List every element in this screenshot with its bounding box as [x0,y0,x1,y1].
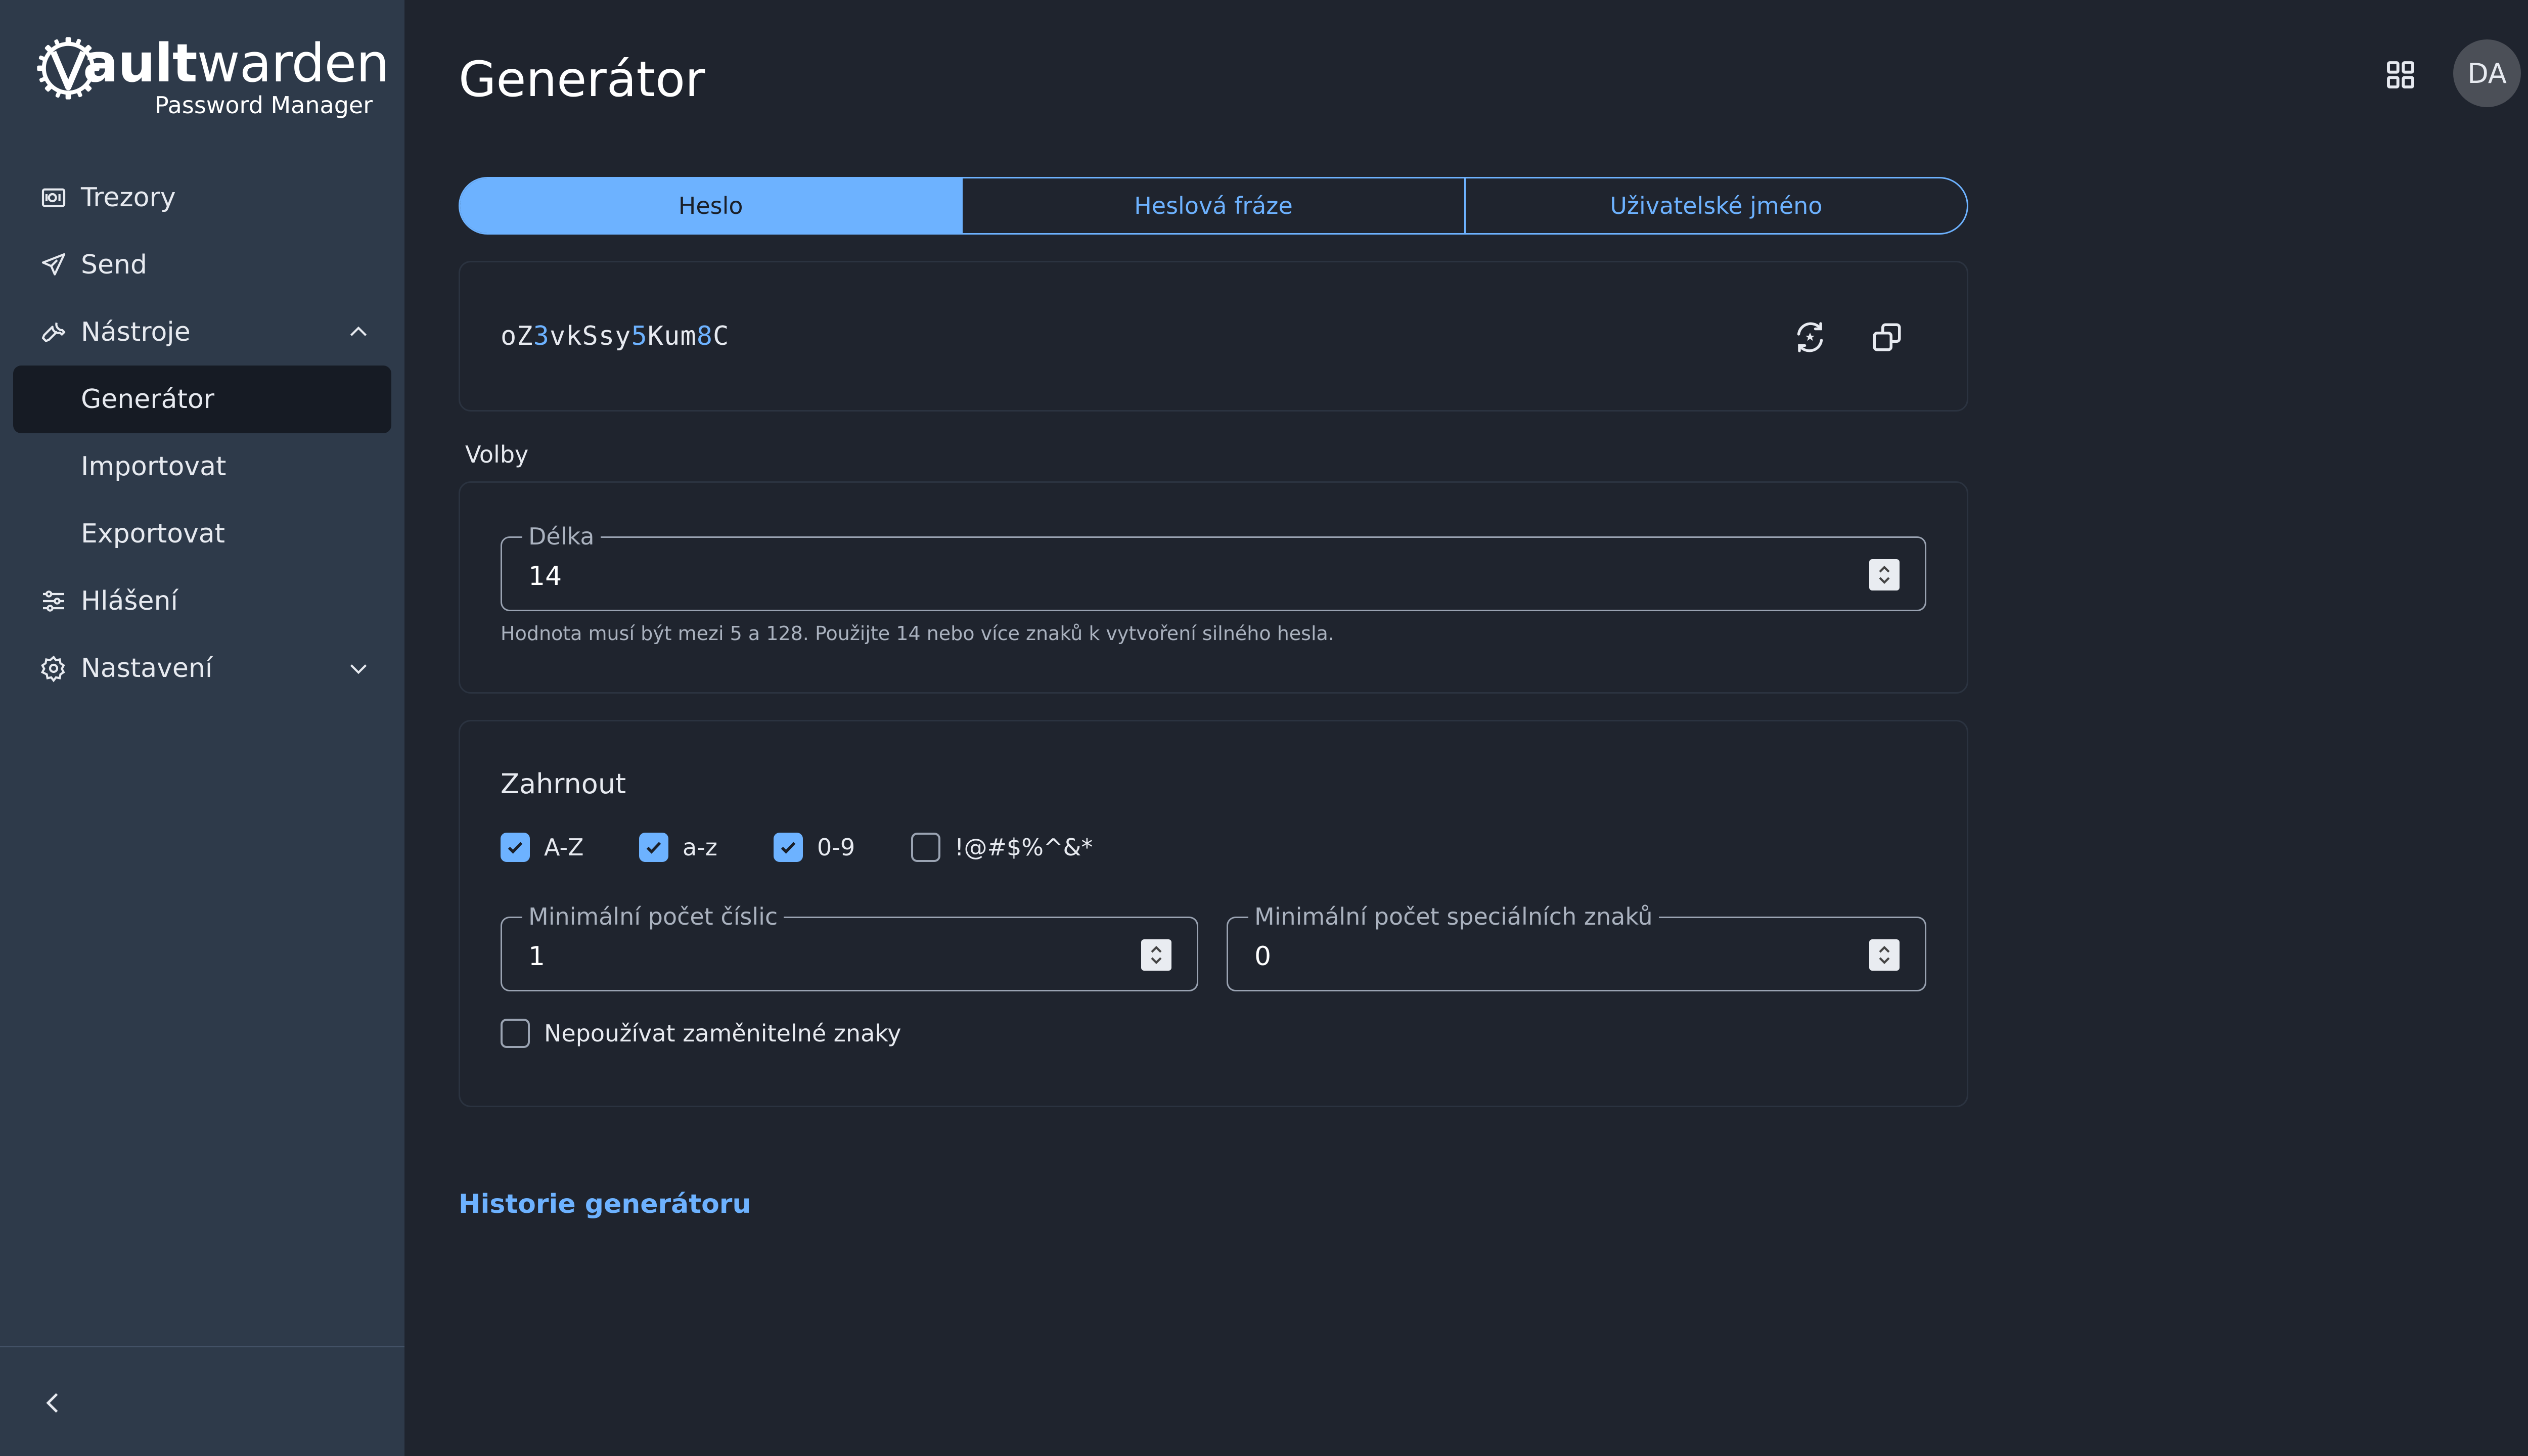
checkbox-lowercase[interactable]: a-z [639,830,717,865]
min-numbers-field[interactable]: Minimální počet číslic 1 [501,902,1198,991]
page-title: Generátor [459,51,705,108]
chevron-up-icon [350,326,367,336]
sidebar-item-exportovat[interactable]: Exportovat [13,500,391,568]
sidebar-item-label: Exportovat [81,519,225,549]
checkbox-numbers[interactable]: 0-9 [774,830,855,865]
tab-uzivatelske-jmeno[interactable]: Uživatelské jméno [1466,178,1967,233]
include-card: Zahrnout A-Z a-z 0-9 !@#$%^&* Minimální … [459,720,1968,1107]
checkbox-box[interactable] [501,833,530,862]
chevron-down-icon [350,664,367,674]
sidebar-divider [0,1346,404,1347]
sidebar-item-send[interactable]: Send [13,231,391,299]
tab-heslova-fraze[interactable]: Heslová fráze [963,178,1466,233]
sidebar-item-label: Importovat [81,451,227,482]
wrench-icon [38,317,69,347]
sidebar-item-label: Send [81,250,147,280]
sliders-icon [38,586,69,616]
checkbox-label: !@#$%^&* [955,834,1093,861]
sidebar-item-generator[interactable]: Generátor [13,366,391,433]
sidebar: aultwarden Password Manager Trezory Send… [0,0,404,1456]
min-special-stepper[interactable] [1869,939,1900,971]
copy-icon [1873,323,1901,351]
check-icon [508,842,523,854]
sidebar-item-label: Trezory [81,183,176,213]
checkbox-avoid-ambiguous[interactable]: Nepoužívat zaměnitelné znaky [501,1016,901,1051]
generator-type-toggle: Heslo Heslová fráze Uživatelské jméno [459,177,1968,235]
refresh-icon [1797,322,1823,352]
length-label: Délka [522,522,601,551]
chevron-left-icon [46,1393,58,1413]
checkbox-label: 0-9 [817,834,855,861]
sidebar-item-importovat[interactable]: Importovat [13,433,391,500]
generated-password[interactable]: oZ3vkSsy5Kum8C [501,321,729,351]
checkbox-special[interactable]: !@#$%^&* [911,830,1093,865]
brand-wordmark: aultwarden [83,32,389,94]
check-icon [781,842,796,854]
grid-icon[interactable] [2384,59,2417,91]
check-icon [646,842,661,854]
sidebar-item-trezory[interactable]: Trezory [13,164,391,232]
brand-tagline: Password Manager [155,92,373,119]
sidebar-item-label: Generátor [81,384,215,415]
checkbox-label: Nepoužívat zaměnitelné znaky [544,1020,901,1047]
min-special-label: Minimální počet speciálních znaků [1248,902,1659,931]
sidebar-item-nastaveni[interactable]: Nastavení [13,634,391,702]
min-special-field[interactable]: Minimální počet speciálních znaků 0 [1227,902,1926,991]
sidebar-item-label: Nastavení [81,653,213,684]
min-numbers-label: Minimální počet číslic [522,902,784,931]
checkbox-label: A-Z [544,834,584,861]
tab-heslo[interactable]: Heslo [460,178,963,233]
min-special-value[interactable]: 0 [1254,941,1271,972]
length-stepper[interactable] [1869,559,1900,590]
paper-plane-icon [38,250,69,280]
min-numbers-value[interactable]: 1 [528,941,545,972]
checkbox-box[interactable] [639,833,668,862]
generated-password-card: oZ3vkSsy5Kum8C [459,261,1968,412]
avatar[interactable]: DA [2453,39,2521,107]
checkbox-box[interactable] [911,833,940,862]
sidebar-item-label: Nástroje [81,317,191,347]
options-card: Délka 14 Hodnota musí být mezi 5 a 128. … [459,481,1968,694]
stepper-arrows-icon [1879,566,1890,584]
stepper-arrows-icon [1151,946,1162,964]
length-hint: Hodnota musí být mezi 5 a 128. Použijte … [501,622,1334,645]
include-title: Zahrnout [501,768,626,800]
generator-history-link[interactable]: Historie generátoru [459,1189,751,1219]
checkbox-uppercase[interactable]: A-Z [501,830,584,865]
collapse-sidebar-button[interactable] [35,1385,71,1421]
sidebar-item-label: Hlášení [81,586,178,616]
copy-button[interactable] [1868,318,1906,356]
checkbox-label: a-z [683,834,717,861]
options-section-label: Volby [465,441,529,468]
vault-icon [38,183,69,213]
sidebar-item-nastroje[interactable]: Nástroje [13,298,391,366]
app-root: aultwarden Password Manager Trezory Send… [0,0,2528,1456]
checkbox-box[interactable] [774,833,803,862]
stepper-arrows-icon [1879,946,1890,964]
vaultwarden-logo[interactable]: aultwarden Password Manager [34,34,389,120]
min-numbers-stepper[interactable] [1141,939,1171,971]
sidebar-item-hlaseni[interactable]: Hlášení [13,567,391,635]
regenerate-button[interactable] [1791,318,1829,356]
length-value[interactable]: 14 [528,561,562,592]
gear-icon [38,653,69,684]
length-field[interactable]: Délka 14 [501,522,1926,611]
checkbox-box[interactable] [501,1019,530,1048]
